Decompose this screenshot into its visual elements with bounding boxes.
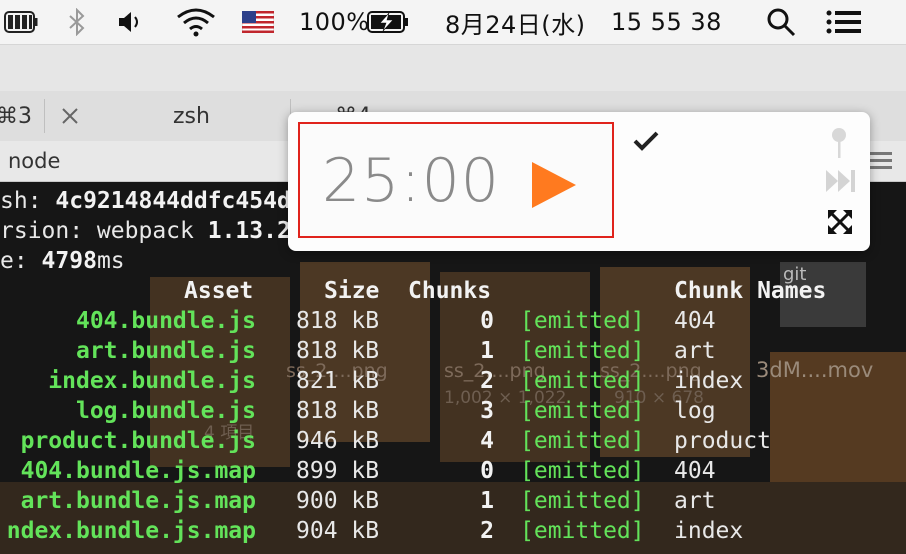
window-titlebar[interactable] xyxy=(0,45,906,92)
subtab-label: node xyxy=(8,149,61,173)
asset-chunk-name: 404 xyxy=(674,458,716,484)
asset-size: 899 kB xyxy=(296,458,380,484)
asset-chunk: 3 xyxy=(480,398,494,424)
header-asset: Asset xyxy=(184,278,254,304)
header-size: Size xyxy=(324,278,380,304)
wifi-icon[interactable] xyxy=(175,0,217,44)
asset-status: [emitted] xyxy=(520,488,645,514)
ghost-file-4: 3dM....mov xyxy=(756,358,874,382)
asset-status: [emitted] xyxy=(520,368,645,394)
asset-name: product.bundle.js xyxy=(20,428,256,454)
asset-status: [emitted] xyxy=(520,398,645,424)
asset-chunk-name: index xyxy=(674,368,744,394)
menu-bar: 100% 8月24日(水) 15 55 38 xyxy=(0,0,906,45)
time-line: e: 4798ms xyxy=(0,248,125,274)
tab-1[interactable]: ⌘3 xyxy=(0,91,32,141)
subtab-node[interactable]: node xyxy=(8,141,60,181)
pomodoro-popup: 25:00 xyxy=(288,112,870,251)
asset-name: 404.bundle.js xyxy=(75,308,256,334)
asset-status: [emitted] xyxy=(520,428,645,454)
asset-status: [emitted] xyxy=(520,308,645,334)
asset-status: [emitted] xyxy=(520,458,645,484)
pin-icon[interactable] xyxy=(828,126,850,165)
asset-chunk-name: art xyxy=(674,338,716,364)
asset-chunk: 4 xyxy=(480,428,494,454)
asset-size: 904 kB xyxy=(296,518,380,544)
volume-icon[interactable] xyxy=(117,0,145,44)
asset-chunk-name: product xyxy=(674,428,771,454)
asset-size: 821 kB xyxy=(296,368,380,394)
checkmark-icon[interactable] xyxy=(632,130,660,157)
header-chunks: Chunks xyxy=(408,278,492,304)
asset-name: ndex.bundle.js.map xyxy=(6,518,256,544)
version-line: rsion: webpack 1.13.2 xyxy=(0,218,291,244)
battery-icon[interactable] xyxy=(4,0,38,44)
asset-status: [emitted] xyxy=(520,338,645,364)
asset-chunk: 0 xyxy=(480,458,494,484)
tab-2-label: zsh xyxy=(173,103,210,129)
tab-close-icon[interactable] xyxy=(60,91,80,141)
asset-size: 900 kB xyxy=(296,488,380,514)
asset-size: 818 kB xyxy=(296,338,380,364)
date-display[interactable]: 8月24日(水) xyxy=(445,0,586,44)
play-icon[interactable] xyxy=(530,160,578,215)
asset-size: 818 kB xyxy=(296,398,380,424)
asset-status: [emitted] xyxy=(520,518,645,544)
tab-1-label: ⌘3 xyxy=(0,103,32,129)
asset-name: art.bundle.js.map xyxy=(20,488,256,514)
timer-box[interactable]: 25:00 xyxy=(298,122,614,238)
asset-name: log.bundle.js xyxy=(75,398,256,424)
battery-percent[interactable]: 100% xyxy=(299,0,370,44)
asset-chunk-name: log xyxy=(674,398,716,424)
asset-chunk-name: 404 xyxy=(674,308,716,334)
hash-line: sh: 4c9214844ddfc454d7 xyxy=(0,188,305,214)
timer-display: 25:00 xyxy=(322,146,500,216)
clock-display[interactable]: 15 55 38 xyxy=(611,0,722,44)
asset-chunk: 0 xyxy=(480,308,494,334)
expand-icon[interactable] xyxy=(827,209,853,240)
asset-chunk: 1 xyxy=(480,488,494,514)
asset-name: index.bundle.js xyxy=(48,368,256,394)
asset-name: art.bundle.js xyxy=(75,338,256,364)
asset-name: 404.bundle.js.map xyxy=(20,458,256,484)
tab-2[interactable]: zsh xyxy=(173,91,210,141)
asset-chunk: 2 xyxy=(480,518,494,544)
battery-charging-icon[interactable] xyxy=(367,0,411,44)
asset-chunk-name: art xyxy=(674,488,716,514)
asset-chunk: 1 xyxy=(480,338,494,364)
asset-chunk: 2 xyxy=(480,368,494,394)
skip-icon[interactable] xyxy=(825,168,857,199)
search-icon[interactable] xyxy=(766,0,796,44)
bluetooth-icon[interactable] xyxy=(67,0,87,44)
list-icon[interactable] xyxy=(826,0,862,44)
asset-size: 818 kB xyxy=(296,308,380,334)
asset-chunk-name: index xyxy=(674,518,744,544)
us-flag-icon[interactable] xyxy=(242,0,274,44)
asset-size: 946 kB xyxy=(296,428,380,454)
header-chunk-names: Chunk Names xyxy=(674,278,827,304)
